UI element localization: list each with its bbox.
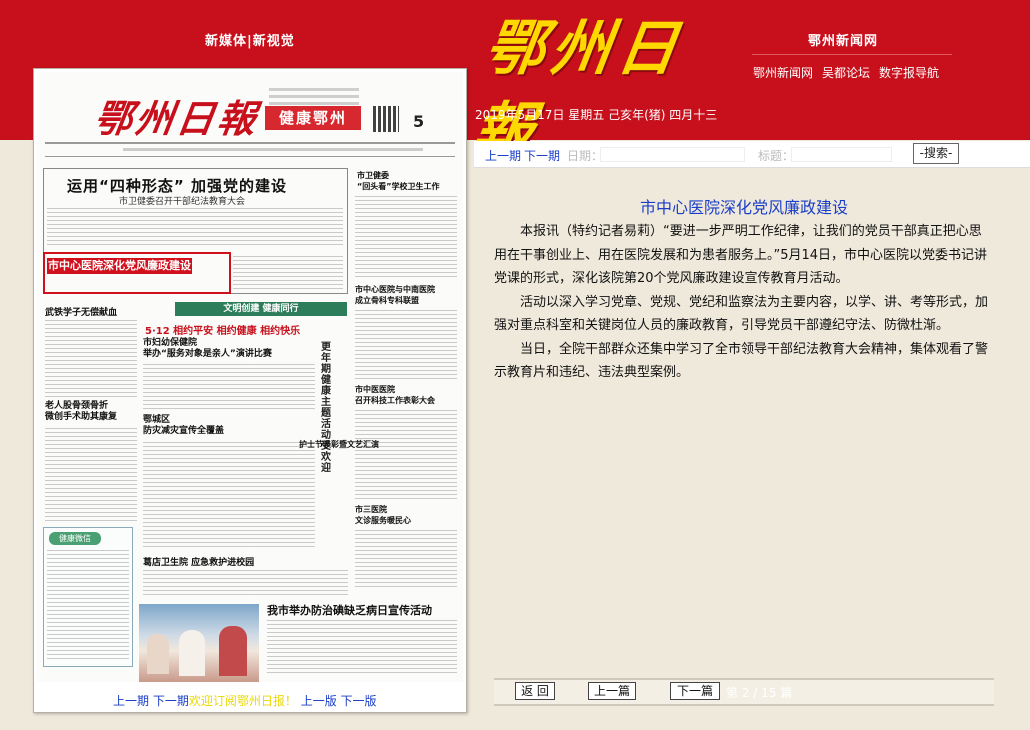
date-label: 日期： (567, 149, 604, 163)
date-input[interactable] (600, 147, 745, 162)
next-page-link[interactable]: 下一版 (341, 694, 377, 708)
left-col-title-2: 老人股骨颈骨折 微创手术助其康复 (45, 401, 118, 422)
wechat-logo: 健康微信 (49, 532, 101, 545)
article-paragraph: 本报讯（特约记者易莉）“要进一步严明工作纪律，让我们的党员干部真正把心思用在干事… (494, 224, 988, 286)
text-block (45, 320, 137, 398)
tagline: 新媒体|新视觉 (205, 34, 295, 49)
text-block (355, 530, 457, 590)
mid-col-title-1: 市妇幼保健院 举办“服务对象是亲人”演讲比赛 (143, 338, 272, 359)
section-banner: 健康鄂州 (265, 106, 361, 130)
next-article-button[interactable]: 下一篇 (670, 682, 720, 700)
back-button[interactable]: 返 回 (515, 682, 555, 700)
bottom-headline: 我市举办防治碘缺乏病日宣传活动 (267, 604, 432, 617)
divider (752, 54, 952, 55)
text-block (45, 428, 137, 522)
lead-subhead: 市卫健委召开干部纪法教育大会 (119, 197, 246, 207)
mid-col-title-4: 护士节表彰暨文艺汇演 (299, 440, 379, 449)
rule (45, 142, 455, 144)
vertical-title: 更年期健康主题活动受欢迎 (321, 342, 331, 474)
highlighted-article-link[interactable]: 市中心医院深化党风廉政建设 (47, 258, 192, 274)
page-number: 5 (413, 112, 425, 131)
text-block (233, 256, 343, 290)
left-col-title-1: 武铁学子无偿献血 (45, 308, 118, 318)
section-banner-green: 文明创建 健康同行 (175, 302, 347, 316)
right-col-title-4: 市三医院 文诊服务暖民心 (355, 505, 411, 525)
mid-col-title-3: 葛店卫生院 应急救护进校园 (143, 558, 255, 568)
article-paragraph: 活动以深入学习党章、党规、党纪和监察法为主要内容，以学、讲、考等形式，加强对重点… (494, 294, 989, 334)
article-title: 市中心医院深化党风廉政建设 (639, 198, 848, 217)
search-button[interactable]: -搜索- (913, 143, 959, 164)
text-block (143, 442, 315, 550)
qr-code-icon (373, 106, 399, 132)
title-label: 标题： (758, 149, 795, 163)
news-photo (139, 604, 259, 682)
issue-date: 2019年5月17日 星期五 己亥年(猪) 四月十三 (475, 108, 718, 122)
prev-issue-link[interactable]: 上一期 (485, 147, 521, 164)
masthead-logo: 鄂州日報 (468, 14, 688, 166)
text-block (143, 570, 348, 598)
right-col-title-1: 市卫健委 “回头看”学校卫生工作 (357, 171, 440, 191)
text-block (47, 550, 129, 660)
rule (45, 156, 455, 157)
nav-link-forum[interactable]: 吴都论坛 (822, 64, 870, 81)
right-col-title-3: 市中医医院 召开科技工作表彰大会 (355, 385, 435, 405)
mid-col-title-2: 鄂城区 防灾减灾宣传全覆盖 (143, 415, 225, 436)
nav-link-news-site[interactable]: 鄂州新闻网 (753, 64, 813, 81)
paper-nav: 上一期 下一期欢迎订阅鄂州日报！ 上一版 下一版 (113, 692, 377, 709)
top-nav: 鄂州新闻网 吴都论坛 数字报导航 (753, 64, 939, 81)
title-input[interactable] (791, 147, 892, 162)
paper-next-issue-link[interactable]: 下一期 (153, 694, 189, 708)
right-col-title-2: 市中心医院与中南医院 成立骨科专科联盟 (355, 285, 435, 305)
text-block (355, 196, 457, 280)
article-count: 第 2 / 15 篇 (726, 686, 793, 700)
text-block (47, 208, 343, 248)
meta-line (123, 148, 423, 151)
next-issue-link[interactable]: 下一期 (524, 147, 560, 164)
prev-page-link[interactable]: 上一版 (301, 694, 337, 708)
text-block (267, 620, 457, 676)
article-body: 本报讯（特约记者易莉）“要进一步严明工作纪律，让我们的党员干部真正把心思用在干事… (494, 220, 988, 385)
text-block (143, 364, 315, 412)
site-name: 鄂州新闻网 (808, 34, 879, 49)
article-paragraph: 当日，全院干部群众还集中学习了全市领导干部纪法教育大会精神，集体观看了警示教育片… (494, 341, 989, 381)
lead-headline: 运用“四种形态” 加强党的建设 (67, 177, 287, 195)
paper-prev-issue-link[interactable]: 上一期 (113, 694, 149, 708)
prev-article-button[interactable]: 上一篇 (588, 682, 636, 700)
nav-link-digital-guide[interactable]: 数字报导航 (879, 64, 939, 81)
subscribe-text: 欢迎订阅鄂州日报！ (188, 694, 297, 708)
paper-logo: 鄂州日報 (91, 96, 262, 141)
text-block (355, 310, 457, 380)
newspaper-content: 鄂州日報 健康鄂州 5 运用“四种形态” 加强党的建设 市卫健委召开干部纪法教育… (37, 72, 463, 682)
text-block (355, 410, 457, 502)
red-headline: 5·12 相约平安 相约健康 相约快乐 (145, 326, 301, 337)
